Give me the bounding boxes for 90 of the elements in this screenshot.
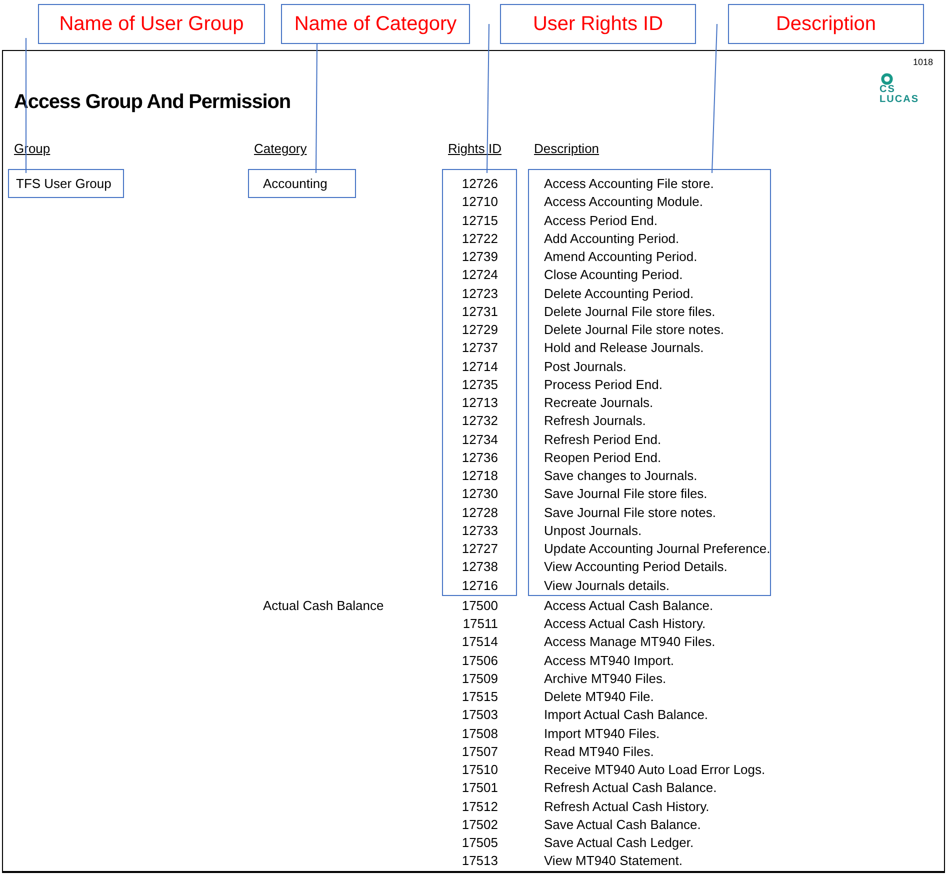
rights-id: 12722 (462, 230, 498, 246)
right-description: Refresh Actual Cash History. (544, 798, 710, 814)
rights-id: 12730 (462, 486, 498, 502)
callout-label: Name of User Group (38, 4, 265, 44)
rights-id: 12737 (462, 340, 498, 356)
right-description: Close Acounting Period. (544, 267, 683, 282)
right-description: Save Actual Cash Ledger. (544, 835, 694, 850)
rights-id: 12739 (462, 249, 498, 264)
page-number: 1018 (912, 57, 933, 67)
rights-id: 17508 (462, 726, 498, 740)
right-description: Unpost Journals. (544, 522, 642, 538)
rights-id: 12729 (462, 322, 498, 337)
right-description: Save changes to Journals. (544, 468, 698, 483)
column-header: Description (533, 141, 600, 156)
right-description: Import Actual Cash Balance. (544, 707, 708, 722)
category-name: Actual Cash Balance (262, 597, 385, 615)
rights-id: 17512 (462, 798, 498, 814)
right-description: Access Accounting File store. (544, 176, 714, 191)
rights-id: 12710 (462, 194, 498, 210)
right-description: Amend Accounting Period. (544, 249, 698, 264)
right-description: Update Accounting Journal Preference. (544, 541, 770, 556)
rights-id: 12718 (462, 468, 498, 483)
rights-id: 17505 (462, 835, 498, 850)
right-description: Import MT940 Files. (544, 726, 660, 740)
right-description: Receive MT940 Auto Load Error Logs. (544, 762, 766, 777)
right-description: Process Period End. (544, 376, 663, 392)
rights-id: 17515 (462, 689, 498, 704)
right-description: Delete MT940 File. (544, 689, 654, 704)
right-description: Archive MT940 Files. (544, 670, 666, 686)
rights-id: 12738 (462, 559, 498, 574)
right-description: View MT940 Statement. (544, 853, 682, 868)
right-description: Access Period End. (544, 212, 658, 228)
rights-id: 17506 (462, 652, 498, 668)
right-description: Refresh Journals. (544, 413, 646, 428)
right-description: Recreate Journals. (544, 395, 654, 410)
rights-id: 17514 (462, 634, 498, 650)
right-description: Access Actual Cash Balance. (544, 598, 714, 613)
rights-id: 17507 (462, 744, 498, 759)
callout-label: Name of Category (281, 4, 470, 44)
right-description: Refresh Period End. (544, 432, 662, 446)
ring-logo-icon (880, 73, 893, 85)
rights-id: 12735 (462, 376, 498, 392)
right-description: Hold and Release Journals. (544, 340, 704, 356)
rights-id: 12715 (462, 212, 498, 228)
right-description: Read MT940 Files. (544, 744, 654, 759)
column-header: Rights ID (447, 141, 502, 156)
right-description: Access Actual Cash History. (544, 616, 706, 631)
right-description: Add Accounting Period. (544, 230, 680, 246)
right-description: Access Accounting Module. (544, 194, 703, 210)
rights-id: 12713 (462, 395, 498, 410)
rights-id: 17513 (462, 853, 498, 868)
right-description: View Accounting Period Details. (544, 559, 728, 574)
callout-label: User Rights ID (500, 4, 696, 44)
rights-id: 12734 (462, 432, 498, 446)
category-name: Accounting (248, 169, 356, 198)
rights-id: 12731 (462, 304, 498, 319)
rights-id: 12714 (462, 358, 498, 374)
group-name: TFS User Group (8, 169, 124, 198)
right-description: Save Actual Cash Balance. (544, 816, 701, 832)
right-description: Delete Accounting Period. (544, 286, 694, 300)
right-description: Delete Journal File store files. (544, 304, 716, 319)
rights-id: 17511 (462, 616, 498, 631)
rights-id: 12724 (462, 267, 498, 282)
rights-id: 12727 (462, 541, 498, 556)
callout-label: Description (728, 4, 924, 44)
logo-text: CS (880, 85, 896, 95)
right-description: Save Journal File store files. (544, 486, 708, 502)
rights-id: 12728 (462, 504, 498, 520)
rights-id: 12733 (462, 522, 498, 538)
rights-id: 12723 (462, 286, 498, 300)
rights-id: 12726 (462, 176, 498, 191)
rights-id: 12716 (462, 578, 498, 592)
rights-id: 17509 (462, 670, 498, 686)
rights-id: 17503 (462, 707, 498, 722)
column-header: Category (253, 141, 307, 156)
right-description: Post Journals. (544, 358, 626, 374)
rights-id: 12736 (462, 450, 498, 465)
logo-text: LUCAS (880, 95, 919, 105)
right-description: Reopen Period End. (544, 450, 662, 465)
right-description: Save Journal File store notes. (544, 504, 716, 520)
rights-id: 12732 (462, 413, 498, 428)
right-description: Access Manage MT940 Files. (544, 634, 716, 650)
right-description: View Journals details. (544, 578, 670, 592)
right-description: Refresh Actual Cash Balance. (544, 780, 717, 796)
rights-id: 17500 (462, 598, 498, 613)
rights-id: 17510 (462, 762, 498, 777)
rights-id: 17502 (462, 816, 498, 832)
rights-id: 17501 (462, 780, 498, 796)
right-description: Delete Journal File store notes. (544, 322, 724, 337)
right-description: Access MT940 Import. (544, 652, 674, 668)
